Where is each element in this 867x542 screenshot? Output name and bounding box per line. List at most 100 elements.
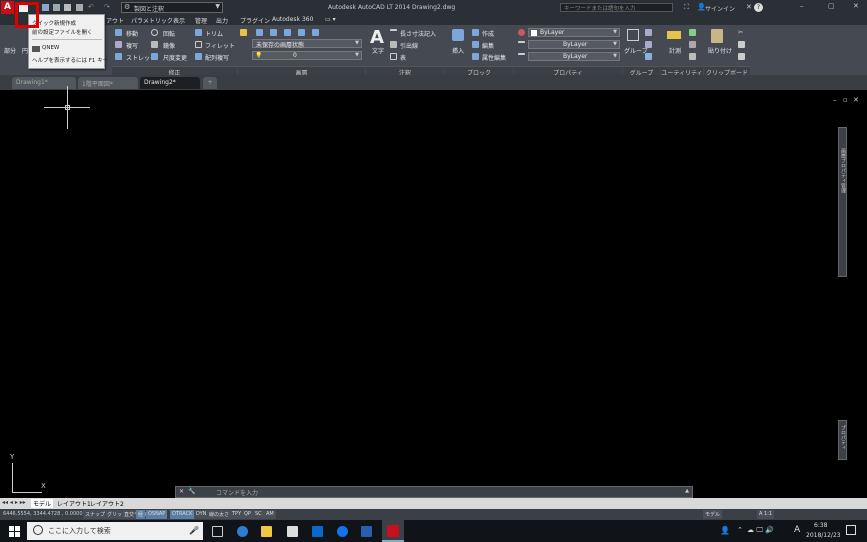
- group-icon-2[interactable]: [645, 29, 652, 36]
- utility-icon-2[interactable]: [689, 29, 696, 36]
- copy-base-icon[interactable]: [738, 53, 745, 60]
- clock-date[interactable]: 2018/12/23: [806, 532, 841, 539]
- app-icon-blue[interactable]: [337, 526, 348, 537]
- command-line[interactable]: ✕ 🔧 コマンドを入力 ▲: [175, 486, 693, 498]
- array-button[interactable]: 配列複写: [205, 53, 229, 62]
- app-icon-dark[interactable]: [361, 526, 372, 537]
- group-icon-3[interactable]: [645, 41, 652, 48]
- new-tab-button[interactable]: +: [203, 77, 217, 89]
- measure-icon[interactable]: [667, 31, 681, 39]
- layout-model[interactable]: モデル: [31, 499, 54, 508]
- layer-icon-3[interactable]: [270, 29, 277, 36]
- toggle-otrack[interactable]: OTRACK: [170, 510, 195, 519]
- qat-print-icon[interactable]: [76, 4, 83, 11]
- search-input[interactable]: キーワードまたは語句を入力: [560, 3, 673, 12]
- windows-start-icon[interactable]: [9, 526, 20, 537]
- chevron-up-icon[interactable]: ▲: [685, 488, 689, 494]
- exchange-icon[interactable]: ✕: [746, 3, 752, 11]
- tab-drawing2[interactable]: Drawing2*: [140, 77, 200, 89]
- close-button[interactable]: ✕: [853, 2, 859, 10]
- attr-button[interactable]: 属性編集: [482, 53, 506, 62]
- qat-save-icon[interactable]: [42, 4, 49, 11]
- binoculars-icon[interactable]: ⛶: [684, 3, 689, 12]
- cut-icon[interactable]: ✂: [738, 29, 745, 36]
- layer-icon-6[interactable]: [312, 29, 319, 36]
- trim-button[interactable]: トリム: [205, 29, 223, 38]
- viewport-min-icon[interactable]: –: [833, 96, 837, 104]
- store-icon[interactable]: [312, 526, 323, 537]
- rotate-button[interactable]: 回転: [163, 29, 175, 38]
- measure-button[interactable]: 計測: [669, 46, 681, 55]
- mirror-button[interactable]: 鏡像: [163, 41, 175, 50]
- utility-icon-3[interactable]: [689, 41, 696, 48]
- toggle-qp[interactable]: QP: [242, 510, 253, 519]
- edit-button[interactable]: 編集: [482, 41, 494, 50]
- toggle-osnap[interactable]: OSNAP: [146, 510, 168, 519]
- table-button[interactable]: 表: [400, 53, 406, 62]
- tab-plugin[interactable]: プラグイン: [240, 16, 270, 25]
- panel-layer-label[interactable]: 画層: [238, 66, 365, 77]
- viewport-restore-icon[interactable]: ▫: [843, 96, 848, 104]
- tab-manage[interactable]: 管理: [195, 16, 207, 25]
- toggle-lineweight[interactable]: 線の太さ: [207, 510, 232, 519]
- match-props-icon[interactable]: [518, 29, 525, 36]
- leader-button[interactable]: 引出線: [400, 41, 418, 50]
- edge-icon[interactable]: [237, 526, 248, 537]
- tab-view[interactable]: 表示: [173, 16, 185, 25]
- mail-icon[interactable]: [287, 526, 298, 537]
- minimize-button[interactable]: –: [800, 2, 804, 10]
- undo-icon[interactable]: ↶: [88, 3, 94, 11]
- qat-open-icon[interactable]: [53, 4, 60, 11]
- panel-utility-label[interactable]: ユーティリティ: [661, 66, 703, 77]
- toggle-polar[interactable]: 極: [136, 510, 146, 519]
- mic-icon[interactable]: 🎤: [189, 526, 199, 535]
- cmd-wrench-icon[interactable]: 🔧: [188, 488, 195, 495]
- dim-button[interactable]: 長さ寸法記入: [400, 29, 436, 38]
- toggle-snap[interactable]: スナップ: [83, 510, 108, 519]
- cmd-close-icon[interactable]: ✕: [179, 488, 184, 495]
- paste-icon[interactable]: [711, 29, 723, 43]
- help-icon[interactable]: ?: [754, 3, 763, 12]
- create-button[interactable]: 作成: [482, 29, 494, 38]
- layer-icon-2[interactable]: [256, 29, 263, 36]
- tab-more-icon[interactable]: ▭ ▾: [325, 16, 336, 23]
- layer-props-icon[interactable]: [240, 29, 247, 36]
- insert-button[interactable]: 挿入: [452, 46, 464, 55]
- autocad-taskbar-icon[interactable]: [382, 520, 404, 542]
- toggle-am[interactable]: AM: [264, 510, 276, 519]
- panel-properties-label[interactable]: プロパティ: [514, 66, 622, 77]
- scale-button[interactable]: 尺度変更: [163, 53, 187, 62]
- people-icon[interactable]: 👤: [720, 526, 730, 535]
- group-icon-4[interactable]: [645, 53, 652, 60]
- layer-palette[interactable]: 画層プロパティ管理: [838, 127, 847, 277]
- workspace-select[interactable]: ⚙ 製図と注釈 ▼: [121, 2, 223, 13]
- tab-output[interactable]: 出力: [216, 16, 228, 25]
- menu-open-template[interactable]: 前の設定ファイルを開く: [32, 28, 93, 36]
- group-icon[interactable]: [627, 29, 639, 41]
- left-label-1[interactable]: 部分: [4, 46, 16, 55]
- layout-nav-icon[interactable]: ◂◂ ◂ ▸ ▸▸: [2, 499, 26, 506]
- layout-2[interactable]: レイアウト2: [90, 499, 124, 508]
- redo-icon[interactable]: ↷: [104, 3, 110, 11]
- drawing-canvas[interactable]: – ▫ ✕ Y X: [0, 86, 867, 498]
- layout-1[interactable]: レイアウト1: [57, 499, 91, 508]
- tab-floorplan[interactable]: 1階平面図*: [78, 77, 138, 89]
- layer-icon-5[interactable]: [298, 29, 305, 36]
- text-icon[interactable]: A: [370, 27, 384, 48]
- text-button[interactable]: 文字: [372, 46, 384, 55]
- clock-time[interactable]: 6:38: [814, 522, 827, 529]
- move-button[interactable]: 移動: [126, 29, 138, 38]
- panel-modify-label[interactable]: 修正: [112, 66, 237, 77]
- panel-clipboard-label[interactable]: クリップボード: [704, 66, 750, 77]
- app-logo-icon[interactable]: A: [1, 1, 14, 14]
- notification-icon[interactable]: [846, 525, 856, 535]
- model-space-button[interactable]: モデル: [703, 510, 723, 519]
- qat-plot-icon[interactable]: [64, 4, 71, 11]
- copy-button[interactable]: 複写: [126, 41, 138, 50]
- toggle-sc[interactable]: SC: [253, 510, 264, 519]
- tab-layout[interactable]: アウト: [106, 16, 124, 25]
- viewport-close-icon[interactable]: ✕: [853, 96, 859, 104]
- ime-indicator[interactable]: A: [794, 525, 800, 535]
- tab-autodesk360[interactable]: Autodesk 360: [272, 16, 313, 23]
- annotation-scale[interactable]: A 1:1: [757, 510, 775, 519]
